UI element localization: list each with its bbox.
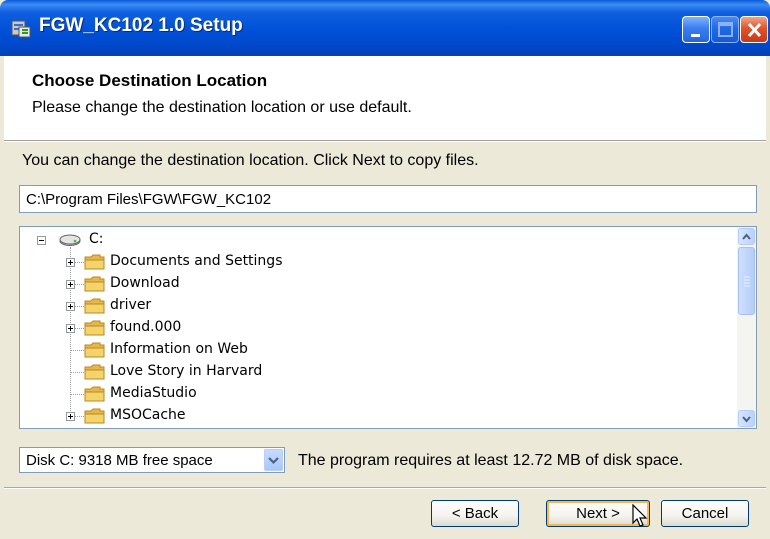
minimize-button[interactable] xyxy=(682,16,710,43)
tree-folder-row[interactable]: Love Story in Harvard xyxy=(20,361,730,383)
scroll-up-button[interactable] xyxy=(738,228,755,245)
cancel-button[interactable]: Cancel xyxy=(661,500,749,527)
setup-window: FGW_KC102 1.0 Setup Choose Destination L… xyxy=(0,0,770,539)
back-button[interactable]: < Back xyxy=(431,500,519,527)
tree-folder-row[interactable]: found.000 xyxy=(20,317,730,339)
mouse-cursor-icon xyxy=(632,504,648,527)
tree-connector xyxy=(70,350,84,351)
folder-icon xyxy=(84,386,105,402)
tree-folder-row[interactable]: MediaStudio xyxy=(20,383,730,405)
folder-icon xyxy=(84,342,105,358)
maximize-button[interactable] xyxy=(711,16,739,43)
collapse-icon[interactable] xyxy=(37,236,46,245)
page-heading: Choose Destination Location xyxy=(32,71,268,90)
folder-icon xyxy=(84,408,105,424)
tree-connector xyxy=(70,394,84,395)
tree-folder-label: MSOCache xyxy=(110,407,186,423)
tree-connector xyxy=(75,284,84,285)
header-divider-highlight xyxy=(4,141,766,142)
tree-folder-row[interactable]: Download xyxy=(20,273,730,295)
tree-root-row[interactable]: C: xyxy=(20,229,730,251)
drive-select[interactable]: Disk C: 9318 MB free space xyxy=(19,447,285,473)
expand-icon[interactable] xyxy=(66,302,75,311)
grip-icon xyxy=(744,276,750,287)
header-panel xyxy=(4,56,766,140)
destination-path-input[interactable] xyxy=(19,185,757,213)
dropdown-button[interactable] xyxy=(264,449,283,471)
window-title: FGW_KC102 1.0 Setup xyxy=(39,15,243,36)
folder-icon xyxy=(84,254,105,270)
instruction-text: You can change the destination location.… xyxy=(22,152,479,169)
scroll-thumb[interactable] xyxy=(738,247,755,315)
tree-connector xyxy=(70,372,84,373)
page-subheading: Please change the destination location o… xyxy=(32,99,412,116)
chevron-up-icon xyxy=(742,233,751,240)
tree-folder-row[interactable]: Documents and Settings xyxy=(20,251,730,273)
tree-folder-row[interactable]: driver xyxy=(20,295,730,317)
expand-icon[interactable] xyxy=(66,412,75,421)
chevron-down-icon xyxy=(742,416,751,423)
tree-connector xyxy=(75,416,84,417)
folder-tree[interactable]: C: Documents and Settings Download driver f… xyxy=(19,226,757,429)
tree-folder-label: Documents and Settings xyxy=(110,253,283,269)
tree-root-label: C: xyxy=(89,231,104,247)
tree-folder-row[interactable]: Information on Web xyxy=(20,339,730,361)
maximize-icon xyxy=(718,22,733,37)
folder-icon xyxy=(84,276,105,292)
folder-icon xyxy=(84,320,105,336)
footer-divider-highlight xyxy=(4,488,766,489)
drive-select-value: Disk C: 9318 MB free space xyxy=(26,452,213,469)
chevron-down-icon xyxy=(268,457,279,465)
tree-connector xyxy=(75,306,84,307)
tree-folder-label: Love Story in Harvard xyxy=(110,363,263,379)
expand-icon[interactable] xyxy=(66,258,75,267)
tree-connector xyxy=(75,262,84,263)
tree-folder-label: found.000 xyxy=(110,319,182,335)
minimize-icon xyxy=(691,34,700,37)
setup-app-icon xyxy=(11,20,31,38)
vertical-scrollbar[interactable] xyxy=(737,227,756,428)
close-button[interactable] xyxy=(740,16,768,43)
tree-folder-label: MediaStudio xyxy=(110,385,197,401)
title-bar[interactable]: FGW_KC102 1.0 Setup xyxy=(0,0,770,56)
tree-folder-row[interactable]: MSOCache xyxy=(20,405,730,427)
drive-icon xyxy=(59,234,81,246)
tree-folder-label: Download xyxy=(110,275,180,291)
tree-folder-label: Information on Web xyxy=(110,341,248,357)
expand-icon[interactable] xyxy=(66,280,75,289)
disk-requirement-text: The program requires at least 12.72 MB o… xyxy=(298,452,684,469)
expand-icon[interactable] xyxy=(66,324,75,333)
folder-icon xyxy=(84,298,105,314)
scroll-down-button[interactable] xyxy=(738,410,755,427)
close-icon xyxy=(747,22,762,38)
folder-icon xyxy=(84,364,105,380)
tree-folder-label: driver xyxy=(110,297,152,313)
tree-connector xyxy=(75,328,84,329)
